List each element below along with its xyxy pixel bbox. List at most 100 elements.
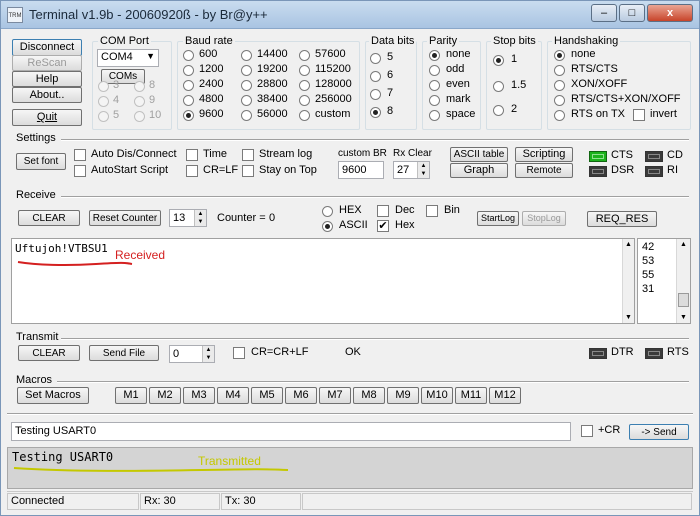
macro-button-m7[interactable]: M7	[319, 387, 351, 404]
rts-led-icon[interactable]	[645, 348, 663, 359]
spin-down-icon[interactable]: ▼	[202, 354, 214, 362]
parity-radio-none[interactable]	[429, 50, 440, 61]
baud-radio-28800[interactable]	[241, 80, 252, 91]
baud-radio-1200[interactable]	[183, 65, 194, 76]
handshaking-radio-xon-xoff[interactable]	[554, 80, 565, 91]
data-bits-radio-5[interactable]	[370, 53, 381, 64]
set-macros-button[interactable]: Set Macros	[17, 387, 89, 404]
parity-radio-mark[interactable]	[429, 95, 440, 106]
macro-button-m11[interactable]: M11	[455, 387, 487, 404]
remote-button[interactable]: Remote	[515, 163, 573, 178]
receive-scrollbar[interactable]: ▲ ▼	[622, 239, 634, 323]
send-file-button[interactable]: Send File	[89, 345, 159, 361]
about-button[interactable]: About..	[12, 87, 82, 103]
auto-dis-connect-checkbox[interactable]	[74, 149, 86, 161]
plus-cr-checkbox[interactable]	[581, 425, 593, 437]
baud-radio-2400[interactable]	[183, 80, 194, 91]
handshaking-radio-rts-cts[interactable]	[554, 65, 565, 76]
baud-radio-56000[interactable]	[241, 110, 252, 121]
data-bits-radio-8[interactable]	[370, 107, 381, 118]
quit-button[interactable]: Quit	[12, 109, 82, 126]
stop-bits-radio-2[interactable]	[493, 105, 504, 116]
handshaking-radio-rts-cts-xon-xoff[interactable]	[554, 95, 565, 106]
scripting-button[interactable]: Scripting	[515, 147, 573, 162]
spin-up-icon[interactable]: ▲	[202, 346, 214, 354]
rx-clear-input[interactable]: 27 ▲ ▼	[393, 161, 430, 179]
macro-button-m6[interactable]: M6	[285, 387, 317, 404]
startlog-button[interactable]: StartLog	[477, 211, 519, 226]
spin-down-icon[interactable]: ▼	[417, 170, 429, 178]
baud-radio-19200[interactable]	[241, 65, 252, 76]
spin-up-icon[interactable]: ▲	[194, 210, 206, 218]
cr-crlf-checkbox[interactable]	[233, 347, 245, 359]
close-button[interactable]: x	[647, 4, 693, 22]
parity-radio-space[interactable]	[429, 110, 440, 121]
stream-log-checkbox[interactable]	[242, 149, 254, 161]
transmit-spin-input[interactable]: 0 ▲ ▼	[169, 345, 215, 363]
macro-button-m12[interactable]: M12	[489, 387, 521, 404]
handshaking-radio-none[interactable]	[554, 50, 565, 61]
receive-clear-button[interactable]: CLEAR	[18, 210, 80, 226]
spin-up-icon[interactable]: ▲	[417, 162, 429, 170]
transmit-clear-button[interactable]: CLEAR	[18, 345, 80, 361]
macro-button-m2[interactable]: M2	[149, 387, 181, 404]
scroll-up-icon[interactable]: ▲	[680, 241, 687, 248]
handshaking-radio-rts-on-tx[interactable]	[554, 110, 565, 121]
data-bits-radio-7[interactable]	[370, 89, 381, 100]
macro-button-m4[interactable]: M4	[217, 387, 249, 404]
reset-counter-button[interactable]: Reset Counter	[89, 210, 161, 226]
parity-radio-even[interactable]	[429, 80, 440, 91]
macro-button-m10[interactable]: M10	[421, 387, 453, 404]
req-res-button[interactable]: REQ_RES	[587, 211, 657, 227]
transmit-input[interactable]: Testing USART0	[11, 422, 571, 441]
spin-down-icon[interactable]: ▼	[194, 218, 206, 226]
maximize-button[interactable]: □	[619, 4, 645, 22]
scroll-up-icon[interactable]: ▲	[625, 241, 632, 248]
baud-radio-9600[interactable]	[183, 110, 194, 121]
baud-radio-38400[interactable]	[241, 95, 252, 106]
hex-checkbox[interactable]: ✔	[377, 220, 389, 232]
cr-lf-checkbox[interactable]	[186, 165, 198, 177]
com-port-select[interactable]: COM4 ▼	[97, 49, 159, 67]
baud-radio-256000[interactable]	[299, 95, 310, 106]
invert-checkbox[interactable]	[633, 109, 645, 121]
counter-spin-input[interactable]: 13 ▲ ▼	[169, 209, 207, 227]
macro-button-m9[interactable]: M9	[387, 387, 419, 404]
baud-radio-115200[interactable]	[299, 65, 310, 76]
help-button[interactable]: Help	[12, 71, 82, 87]
minimize-button[interactable]: –	[591, 4, 617, 22]
set-font-button[interactable]: Set font	[16, 153, 66, 170]
autostart-script-checkbox[interactable]	[74, 165, 86, 177]
stop-bits-radio-1[interactable]	[493, 55, 504, 66]
send-button[interactable]: -> Send	[629, 424, 689, 440]
side-scrollbar[interactable]: ▲ ▼	[676, 239, 690, 323]
macro-button-m5[interactable]: M5	[251, 387, 283, 404]
stop-bits-radio-1-5[interactable]	[493, 81, 504, 92]
baud-radio-4800[interactable]	[183, 95, 194, 106]
rescan-button[interactable]: ReScan	[12, 55, 82, 71]
receive-ascii-radio[interactable]	[322, 221, 333, 232]
time-checkbox[interactable]	[186, 149, 198, 161]
receive-text-area[interactable]: Uftujoh!VTBSU1 Received ▲ ▼	[11, 238, 635, 324]
dec-checkbox[interactable]	[377, 205, 389, 217]
scroll-down-icon[interactable]: ▼	[625, 314, 632, 321]
disconnect-button[interactable]: Disconnect	[12, 39, 82, 56]
dtr-led-icon[interactable]	[589, 348, 607, 359]
baud-radio-128000[interactable]	[299, 80, 310, 91]
bin-checkbox[interactable]	[426, 205, 438, 217]
baud-radio-14400[interactable]	[241, 50, 252, 61]
macro-button-m3[interactable]: M3	[183, 387, 215, 404]
stay-on-top-checkbox[interactable]	[242, 165, 254, 177]
macro-button-m8[interactable]: M8	[353, 387, 385, 404]
stoplog-button[interactable]: StopLog	[522, 211, 566, 226]
ascii-table-button[interactable]: ASCII table	[450, 147, 508, 162]
data-bits-radio-6[interactable]	[370, 71, 381, 82]
custom-br-input[interactable]: 9600	[338, 161, 384, 179]
scroll-down-icon[interactable]: ▼	[680, 314, 687, 321]
scroll-thumb[interactable]	[678, 293, 689, 307]
macro-button-m1[interactable]: M1	[115, 387, 147, 404]
baud-radio-600[interactable]	[183, 50, 194, 61]
graph-button[interactable]: Graph	[450, 163, 508, 178]
parity-radio-odd[interactable]	[429, 65, 440, 76]
receive-hex-radio[interactable]	[322, 206, 333, 217]
